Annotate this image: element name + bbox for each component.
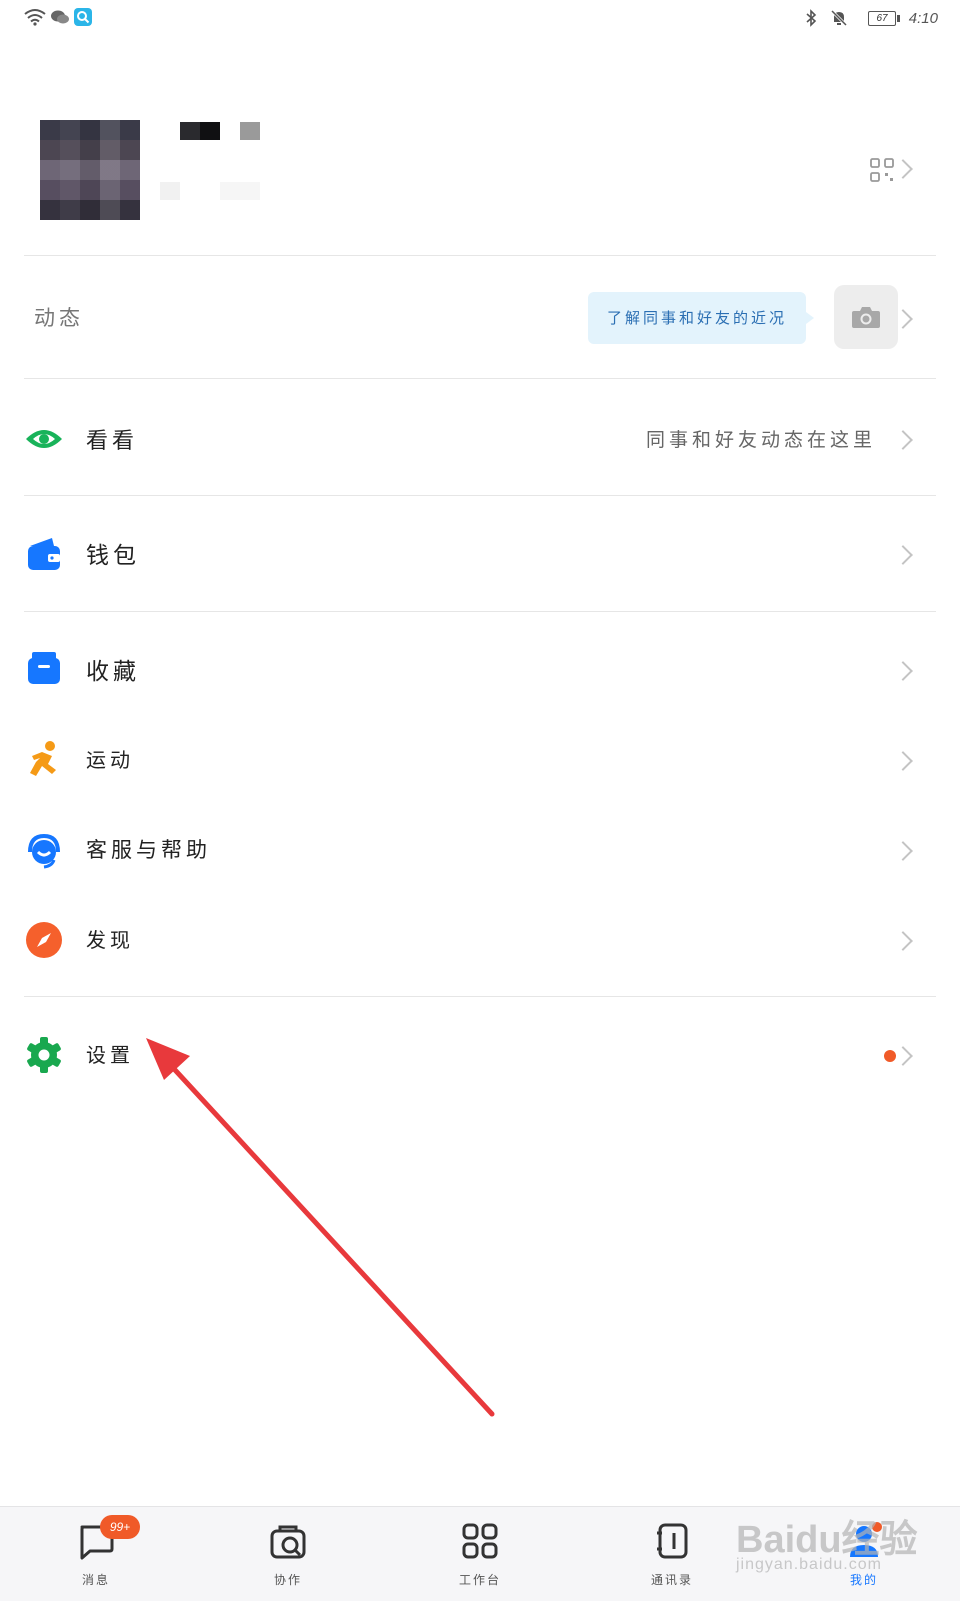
tab-workbench[interactable]: 工作台: [420, 1507, 540, 1601]
tab-label: 消息: [81, 1573, 110, 1587]
unread-badge: 99+: [100, 1515, 140, 1539]
tab-label: 协作: [273, 1573, 302, 1587]
tab-label: 工作台: [458, 1573, 501, 1587]
grid-icon: [462, 1523, 498, 1559]
tab-messages[interactable]: 99+ 消息: [36, 1507, 156, 1601]
annotation-arrow: [146, 1038, 495, 1417]
baidu-watermark: Baidu经验 jingyan.baidu.com: [736, 1500, 936, 1580]
tab-label: 通讯录: [650, 1573, 693, 1587]
collaboration-icon: [270, 1525, 306, 1559]
contacts-book-icon: [657, 1523, 688, 1559]
tab-contacts[interactable]: 通讯录: [612, 1507, 732, 1601]
tab-collaboration[interactable]: 协作: [228, 1507, 348, 1601]
watermark-url: jingyan.baidu.com: [736, 1556, 882, 1573]
watermark-logo-text: Baidu经验: [736, 1519, 918, 1561]
